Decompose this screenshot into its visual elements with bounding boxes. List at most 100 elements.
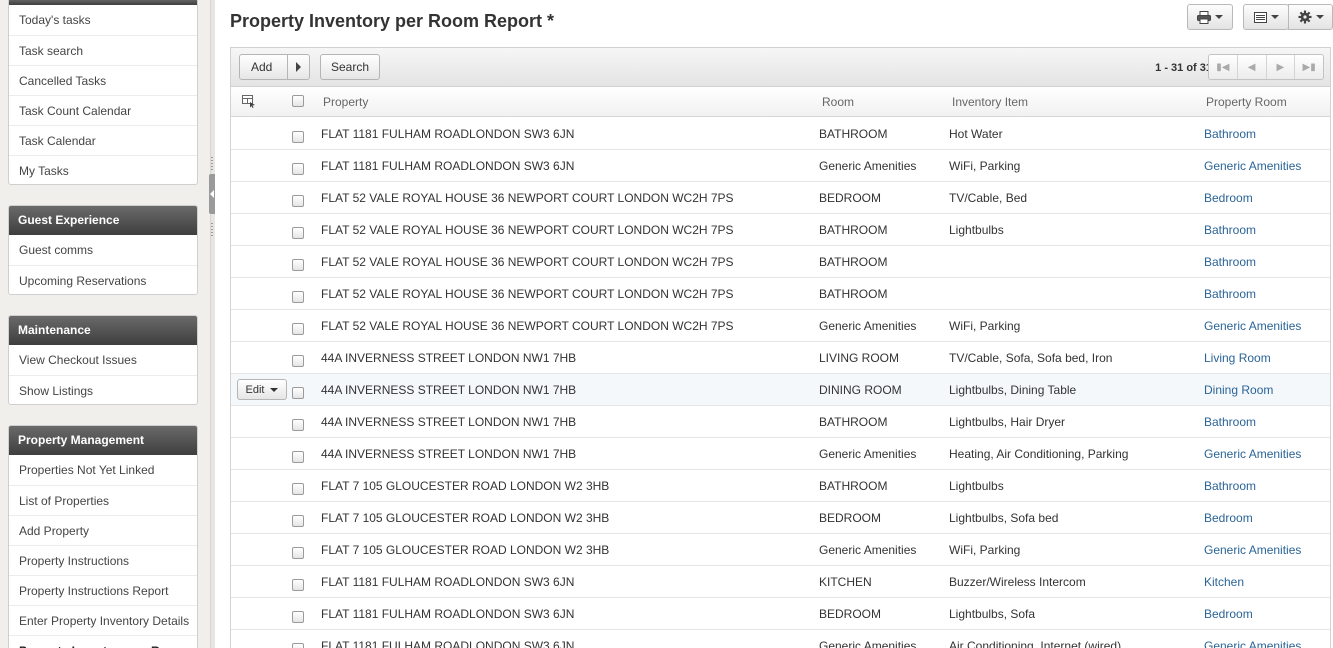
sidebar-item-upcoming-reservations[interactable]: Upcoming Reservations [9,265,197,294]
sidebar-item-add-property[interactable]: Add Property [9,515,197,545]
cell-room: KITCHEN [819,575,872,589]
columns-view-button[interactable] [1243,4,1289,30]
cell-inventory-item: Lightbulbs [949,223,1004,237]
cell-room: Generic Amenities [819,319,917,333]
cell-property-room-link[interactable]: Bedroom [1204,502,1330,534]
row-checkbox[interactable] [292,323,304,335]
sidebar-item-property-inventory-per-room[interactable]: Property Inventory per Room [9,635,197,648]
print-button[interactable] [1187,4,1233,30]
cell-property-room-link[interactable]: Kitchen [1204,566,1330,598]
cell-property-room-link[interactable]: Generic Amenities [1204,310,1330,342]
row-checkbox[interactable] [292,387,304,399]
row-checkbox[interactable] [292,291,304,303]
row-edit-label: Edit [245,383,265,396]
row-checkbox[interactable] [292,483,304,495]
cell-property-room-link[interactable]: Bathroom [1204,278,1330,310]
sidebar-item-task-count-calendar[interactable]: Task Count Calendar [9,95,197,125]
row-edit-button[interactable]: Edit [237,379,287,400]
sidebar-item-property-instructions[interactable]: Property Instructions [9,545,197,575]
cell-property-room-link[interactable]: Bathroom [1204,118,1330,150]
cell-property-room-link[interactable]: Bathroom [1204,406,1330,438]
sidebar-item-task-search[interactable]: Task search [9,35,197,65]
cell-property-room-link[interactable]: Living Room [1204,342,1330,374]
sidebar-item-property-instructions-report[interactable]: Property Instructions Report [9,575,197,605]
cell-inventory-item: TV/Cable, Sofa, Sofa bed, Iron [949,351,1113,365]
table-row: FLAT 1181 FULHAM ROADLONDON SW3 6JN BEDR… [231,598,1330,630]
select-all-checkbox[interactable] [292,95,304,107]
cell-room: BEDROOM [819,191,882,205]
cell-property: 44A INVERNESS STREET LONDON NW1 7HB [321,447,577,461]
cell-property-room-link[interactable]: Generic Amenities [1204,630,1330,648]
guest-experience-panel: Guest Experience Guest comms Upcoming Re… [8,205,198,295]
cell-inventory-item: Lightbulbs, Sofa bed [949,511,1059,525]
cell-property-room-link[interactable]: Bedroom [1204,598,1330,630]
table-row: FLAT 1181 FULHAM ROADLONDON SW3 6JN Gene… [231,150,1330,182]
table-row: 44A INVERNESS STREET LONDON NW1 7HB LIVI… [231,342,1330,374]
cell-room: BATHROOM [819,479,888,493]
chevron-down-icon [270,387,279,392]
cell-property-room-link[interactable]: Bathroom [1204,470,1330,502]
column-header-room[interactable]: Room [822,87,854,117]
cell-property-room-link[interactable]: Bathroom [1204,246,1330,278]
first-page-icon[interactable]: ▮◀ [1209,55,1237,79]
row-checkbox[interactable] [292,611,304,623]
cell-inventory-item [949,246,1199,278]
cell-inventory-item: TV/Cable, Bed [949,191,1028,205]
sidebar-item-show-listings[interactable]: Show Listings [9,375,197,404]
row-checkbox[interactable] [292,227,304,239]
column-chooser-icon[interactable] [242,95,256,108]
add-menu-toggle[interactable] [287,55,309,79]
add-button[interactable]: Add [239,54,310,80]
cell-property-room-link[interactable]: Bedroom [1204,182,1330,214]
cell-room: BEDROOM [819,511,882,525]
cell-property: 44A INVERNESS STREET LONDON NW1 7HB [321,351,577,365]
row-checkbox[interactable] [292,259,304,271]
column-header-property[interactable]: Property [323,87,368,117]
cell-property: FLAT 52 VALE ROYAL HOUSE 36 NEWPORT COUR… [321,319,734,333]
sidebar-item-enter-property-inventory-details[interactable]: Enter Property Inventory Details [9,605,197,635]
row-checkbox[interactable] [292,419,304,431]
row-checkbox[interactable] [292,451,304,463]
row-checkbox[interactable] [292,547,304,559]
column-header-inventory-item[interactable]: Inventory Item [952,87,1028,117]
row-checkbox[interactable] [292,163,304,175]
sidebar-item-my-tasks[interactable]: My Tasks [9,155,197,184]
sidebar-item-task-calendar[interactable]: Task Calendar [9,125,197,155]
sidebar-item-cancelled-tasks[interactable]: Cancelled Tasks [9,65,197,95]
cell-property: FLAT 52 VALE ROYAL HOUSE 36 NEWPORT COUR… [321,255,734,269]
maintenance-header[interactable]: Maintenance [9,316,197,345]
cell-property: FLAT 1181 FULHAM ROADLONDON SW3 6JN [321,127,575,141]
sidebar-item-list-of-properties[interactable]: List of Properties [9,485,197,515]
prev-page-icon[interactable]: ◀ [1236,55,1266,79]
sidebar-item-guest-comms[interactable]: Guest comms [9,235,197,265]
gear-icon [1298,10,1311,24]
settings-button[interactable] [1288,4,1333,30]
sidebar-item-view-checkout-issues[interactable]: View Checkout Issues [9,345,197,375]
search-button[interactable]: Search [320,54,380,80]
grid-header: Property Room Inventory Item Property Ro… [231,87,1330,117]
row-checkbox[interactable] [292,579,304,591]
row-checkbox[interactable] [292,643,304,648]
row-checkbox[interactable] [292,355,304,367]
row-checkbox[interactable] [292,131,304,143]
guest-experience-header[interactable]: Guest Experience [9,206,197,235]
table-row: FLAT 52 VALE ROYAL HOUSE 36 NEWPORT COUR… [231,182,1330,214]
sidebar-item-properties-not-yet-linked[interactable]: Properties Not Yet Linked [9,455,197,485]
cell-property-room-link[interactable]: Generic Amenities [1204,534,1330,566]
cell-property-room-link[interactable]: Generic Amenities [1204,438,1330,470]
property-management-header[interactable]: Property Management [9,426,197,455]
search-button-label: Search [330,60,370,74]
cell-property: FLAT 52 VALE ROYAL HOUSE 36 NEWPORT COUR… [321,191,734,205]
pager-count: 1 - 31 of 31 [1155,62,1212,74]
next-page-icon[interactable]: ▶ [1265,55,1295,79]
cell-property-room-link[interactable]: Dining Room [1204,374,1330,406]
row-checkbox[interactable] [292,195,304,207]
sidebar-item-todays-tasks[interactable]: Today's tasks [9,5,197,35]
row-checkbox[interactable] [292,515,304,527]
column-header-property-room[interactable]: Property Room [1206,87,1287,117]
cell-property-room-link[interactable]: Generic Amenities [1204,150,1330,182]
last-page-icon[interactable]: ▶▮ [1294,55,1323,79]
cell-inventory-item [949,278,1199,310]
cell-property: 44A INVERNESS STREET LONDON NW1 7HB [321,415,577,429]
cell-property-room-link[interactable]: Bathroom [1204,214,1330,246]
